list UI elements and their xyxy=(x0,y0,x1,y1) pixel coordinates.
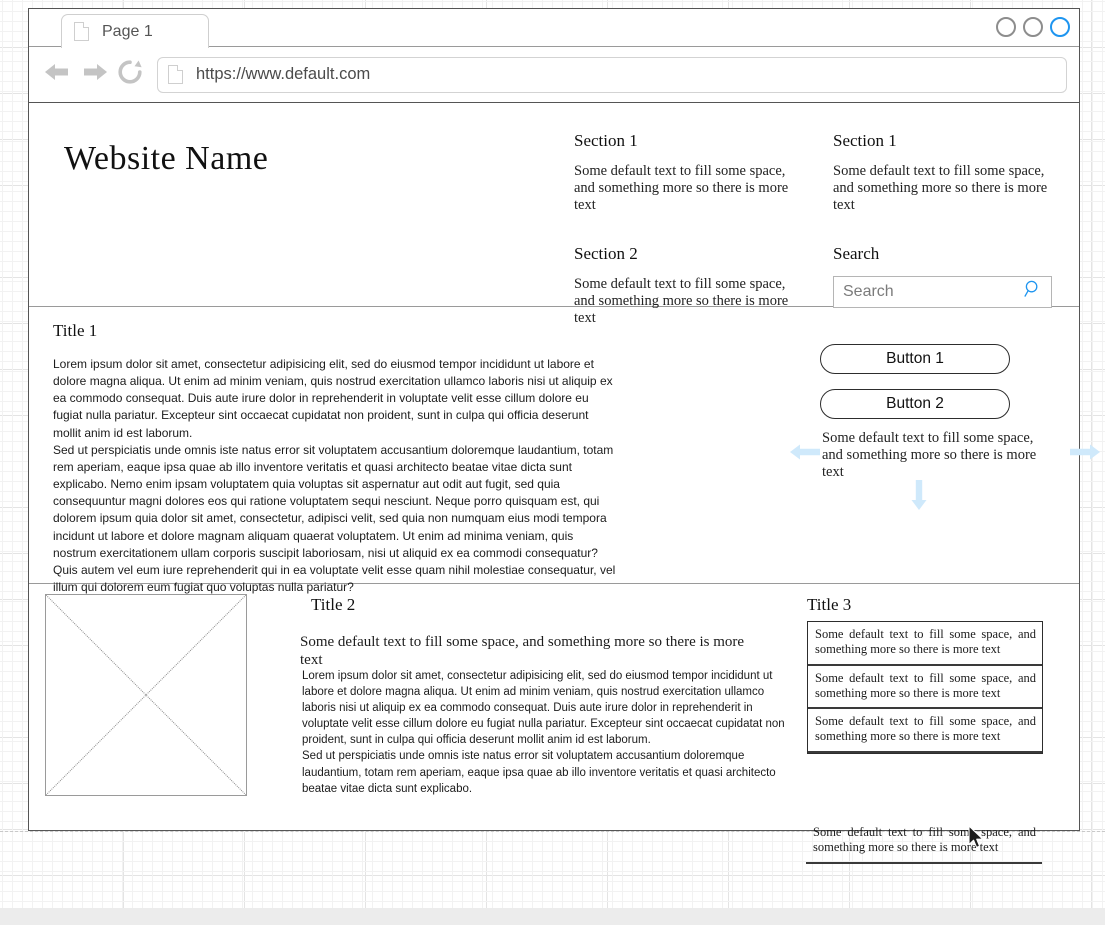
button-1[interactable]: Button 1 xyxy=(820,344,1010,374)
page-icon xyxy=(168,65,183,84)
search-placeholder: Search xyxy=(843,282,894,300)
search-input[interactable]: Search xyxy=(833,275,1052,308)
section-2-body: Lorem ipsum dolor sit amet, consectetur … xyxy=(302,668,788,797)
section-title-2: Title 2 xyxy=(311,595,356,614)
section-body: Some default text to fill some space, an… xyxy=(574,163,789,213)
list-box[interactable]: Some default text to fill some space, an… xyxy=(807,621,1043,754)
search-icon[interactable] xyxy=(1023,279,1043,304)
browser-addressbar: https://www.default.com xyxy=(29,47,1079,103)
header-column-2: Section 1 Some default text to fill some… xyxy=(833,131,1064,327)
carousel-arrow-down-icon[interactable] xyxy=(907,479,931,516)
main-paragraph-1: Lorem ipsum dolor sit amet, consectetur … xyxy=(53,357,613,440)
section-title-3: Title 3 xyxy=(807,595,852,614)
arrow-right-icon[interactable] xyxy=(79,60,109,89)
section-title-1: Title 1 xyxy=(53,321,98,340)
section-heading: Section 2 xyxy=(574,243,638,263)
reload-icon[interactable] xyxy=(117,59,143,90)
search-heading: Search xyxy=(833,243,880,263)
section-2-paragraph-1: Lorem ipsum dolor sit amet, consectetur … xyxy=(302,670,785,747)
site-main: Title 1 Lorem ipsum dolor sit amet, cons… xyxy=(29,307,1100,594)
canvas-bottom-strip xyxy=(0,908,1105,925)
minimize-button[interactable] xyxy=(996,17,1016,37)
list-box-overflow[interactable]: Some default text to fill some space, an… xyxy=(806,820,1042,864)
browser-tabbar: Page 1 xyxy=(29,9,1079,48)
section-heading: Section 1 xyxy=(574,131,638,150)
button-2[interactable]: Button 2 xyxy=(820,389,1010,419)
carousel-text: Some default text to fill some space, an… xyxy=(822,430,1037,480)
window-controls xyxy=(996,17,1070,37)
document-icon xyxy=(74,22,89,41)
site-bottom: Title 2 Some default text to fill some s… xyxy=(29,584,1079,829)
list-item[interactable]: Some default text to fill some space, an… xyxy=(808,709,1042,753)
website-wireframe: Website Name Section 1 Some default text… xyxy=(29,103,1100,830)
section-body: Some default text to fill some space, an… xyxy=(833,163,1048,213)
carousel-arrow-left-icon[interactable] xyxy=(789,440,821,469)
close-button[interactable] xyxy=(1050,17,1070,37)
url-input[interactable]: https://www.default.com xyxy=(157,56,1067,93)
section-2-lead: Some default text to fill some space, an… xyxy=(300,634,745,668)
list-item[interactable]: Some default text to fill some space, an… xyxy=(806,820,1042,864)
image-placeholder[interactable] xyxy=(45,594,247,796)
carousel-arrow-right-icon[interactable] xyxy=(1069,440,1101,469)
header-column-1: Section 1 Some default text to fill some… xyxy=(574,131,805,327)
browser-tab-page-1[interactable]: Page 1 xyxy=(61,14,209,48)
browser-window[interactable]: Page 1 https://www.default.com Website N… xyxy=(28,8,1100,831)
list-item[interactable]: Some default text to fill some space, an… xyxy=(808,666,1042,709)
mouse-cursor xyxy=(968,825,986,856)
main-body: Lorem ipsum dolor sit amet, consectetur … xyxy=(53,356,619,596)
site-header: Website Name Section 1 Some default text… xyxy=(29,103,1079,326)
page-title: Website Name xyxy=(64,140,269,177)
section-heading: Section 1 xyxy=(833,131,897,150)
browser-tab-label: Page 1 xyxy=(102,22,153,40)
maximize-button[interactable] xyxy=(1023,17,1043,37)
section-2-paragraph-2: Sed ut perspiciatis unde omnis iste natu… xyxy=(302,750,776,795)
arrow-left-icon[interactable] xyxy=(43,60,73,89)
main-paragraph-2: Sed ut perspiciatis unde omnis iste natu… xyxy=(53,442,616,595)
list-item[interactable]: Some default text to fill some space, an… xyxy=(808,622,1042,666)
header-columns: Section 1 Some default text to fill some… xyxy=(574,131,1064,327)
url-text: https://www.default.com xyxy=(196,65,371,83)
